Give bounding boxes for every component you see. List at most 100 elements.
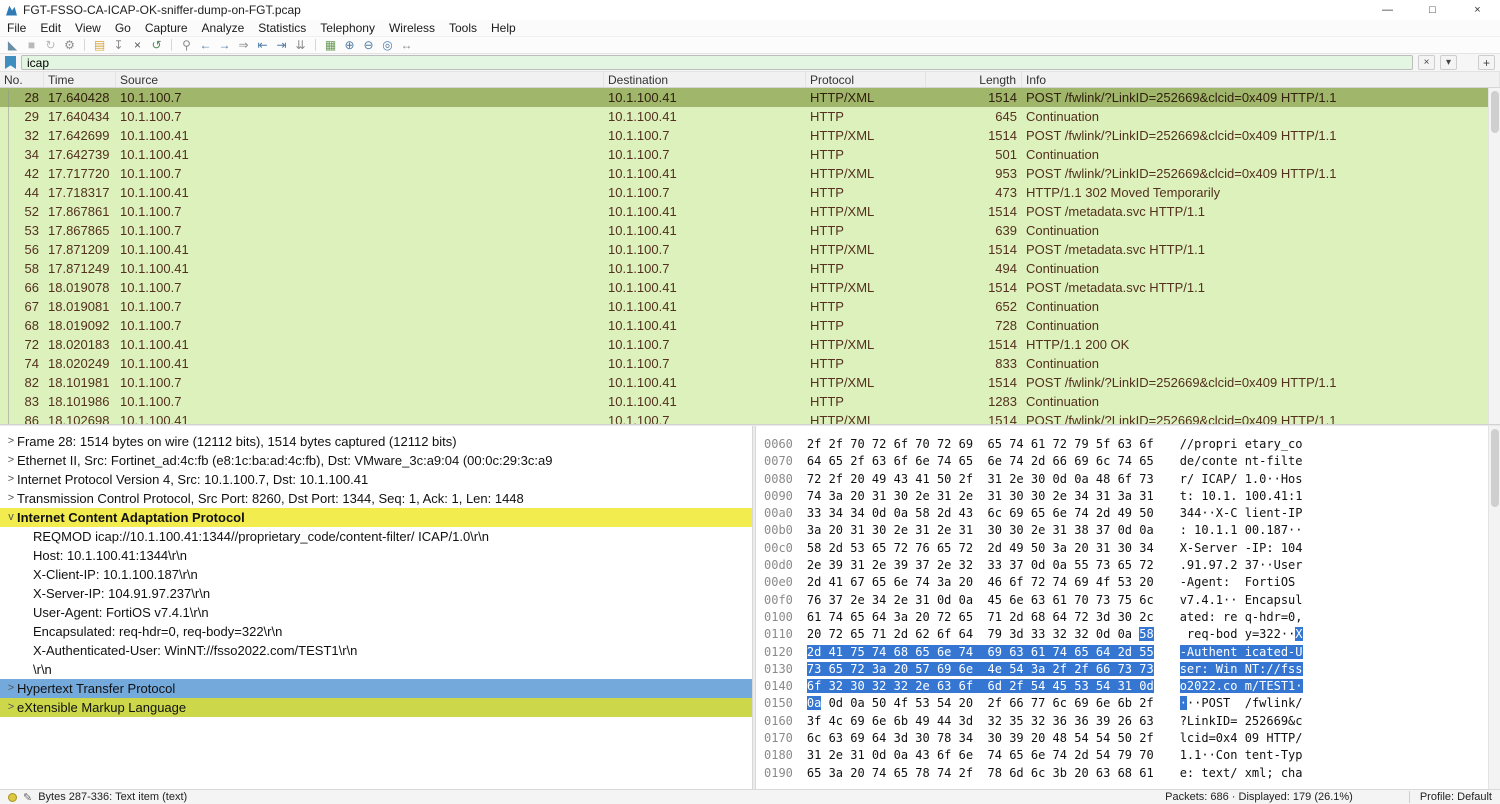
hex-row[interactable]: 01406f 32 30 32 32 2e 63 6f 6d 2f 54 45 … — [764, 678, 1488, 695]
expand-arrow-icon[interactable]: > — [5, 451, 17, 470]
packet-row[interactable]: 8218.10198110.1.100.710.1.100.41HTTP/XML… — [0, 373, 1500, 392]
expand-arrow-icon[interactable]: > — [5, 679, 17, 698]
hex-row[interactable]: 01202d 41 75 74 68 65 6e 74 69 63 61 74 … — [764, 644, 1488, 661]
hex-row[interactable]: 00e02d 41 67 65 6e 74 3a 20 46 6f 72 74 … — [764, 574, 1488, 591]
hex-row[interactable]: 013073 65 72 3a 20 57 69 6e 4e 54 3a 2f … — [764, 661, 1488, 678]
hex-row[interactable]: 00602f 2f 70 72 6f 70 72 69 65 74 61 72 … — [764, 436, 1488, 453]
menu-statistics[interactable]: Statistics — [251, 21, 313, 35]
packet-row[interactable]: 7418.02024910.1.100.4110.1.100.7HTTP833C… — [0, 354, 1500, 373]
detail-row[interactable]: >Hypertext Transfer Protocol — [0, 679, 752, 698]
minimize-button[interactable]: — — [1365, 0, 1410, 20]
restart-capture-icon[interactable]: ↻ — [42, 37, 59, 53]
detail-row[interactable]: >Frame 28: 1514 bytes on wire (12112 bit… — [0, 432, 752, 451]
menu-telephony[interactable]: Telephony — [313, 21, 382, 35]
menu-go[interactable]: Go — [108, 21, 138, 35]
expand-arrow-icon[interactable]: > — [5, 489, 17, 508]
detail-row[interactable]: >Ethernet II, Src: Fortinet_ad:4c:fb (e8… — [0, 451, 752, 470]
menu-edit[interactable]: Edit — [33, 21, 68, 35]
menu-capture[interactable]: Capture — [138, 21, 195, 35]
capture-options-icon[interactable]: ⚙ — [61, 37, 78, 53]
hex-row[interactable]: 00c058 2d 53 65 72 76 65 72 2d 49 50 3a … — [764, 540, 1488, 557]
packet-row[interactable]: 5317.86786510.1.100.710.1.100.41HTTP639C… — [0, 221, 1500, 240]
hex-row[interactable]: 01706c 63 69 64 3d 30 78 34 30 39 20 48 … — [764, 730, 1488, 747]
capture-comment-icon[interactable]: ✎ — [23, 791, 32, 804]
column-header-protocol[interactable]: Protocol — [806, 72, 926, 87]
hex-row[interactable]: 00f076 37 2e 34 2e 31 0d 0a 45 6e 63 61 … — [764, 592, 1488, 609]
menu-analyze[interactable]: Analyze — [195, 21, 252, 35]
colorize-icon[interactable]: ▦ — [322, 37, 339, 53]
go-back-icon[interactable]: ← — [197, 37, 214, 53]
find-packet-icon[interactable]: ⚲ — [178, 37, 195, 53]
packet-row[interactable]: 4217.71772010.1.100.710.1.100.41HTTP/XML… — [0, 164, 1500, 183]
hex-row[interactable]: 007064 65 2f 63 6f 6e 74 65 6e 74 2d 66 … — [764, 453, 1488, 470]
hex-row[interactable]: 011020 72 65 71 2d 62 6f 64 79 3d 33 32 … — [764, 626, 1488, 643]
packet-row[interactable]: 4417.71831710.1.100.4110.1.100.7HTTP473H… — [0, 183, 1500, 202]
column-header-source[interactable]: Source — [116, 72, 604, 87]
expert-info-icon[interactable] — [8, 793, 17, 802]
column-header-no[interactable]: No. — [0, 72, 44, 87]
column-header-destination[interactable]: Destination — [604, 72, 806, 87]
status-profile[interactable]: Profile: Default — [1409, 791, 1492, 803]
column-header-info[interactable]: Info — [1022, 72, 1500, 87]
menu-file[interactable]: File — [0, 21, 33, 35]
packet-row[interactable]: 2917.64043410.1.100.710.1.100.41HTTP645C… — [0, 107, 1500, 126]
hex-row[interactable]: 019065 3a 20 74 65 78 74 2f 78 6d 6c 3b … — [764, 765, 1488, 782]
packet-row[interactable]: 6718.01908110.1.100.710.1.100.41HTTP652C… — [0, 297, 1500, 316]
packet-row[interactable]: 8618.10269810.1.100.4110.1.100.7HTTP/XML… — [0, 411, 1500, 424]
menu-help[interactable]: Help — [484, 21, 523, 35]
filter-dropdown-icon[interactable]: ▾ — [1440, 55, 1457, 70]
auto-scroll-icon[interactable]: ⇊ — [292, 37, 309, 53]
packet-list-scrollbar[interactable] — [1488, 88, 1500, 424]
go-forward-icon[interactable]: → — [216, 37, 233, 53]
detail-row[interactable]: >Transmission Control Protocol, Src Port… — [0, 489, 752, 508]
detail-row[interactable]: User-Agent: FortiOS v7.4.1\r\n — [0, 603, 752, 622]
filter-clear-icon[interactable]: × — [1418, 55, 1435, 70]
detail-row[interactable]: X-Authenticated-User: WinNT://fsso2022.c… — [0, 641, 752, 660]
resize-columns-icon[interactable]: ↔ — [398, 37, 415, 53]
hex-row[interactable]: 01500a 0d 0a 50 4f 53 54 20 2f 66 77 6c … — [764, 695, 1488, 712]
menu-view[interactable]: View — [68, 21, 108, 35]
hex-row[interactable]: 00a033 34 34 0d 0a 58 2d 43 6c 69 65 6e … — [764, 505, 1488, 522]
lower-pane-scrollbar-thumb[interactable] — [1491, 429, 1499, 507]
start-capture-icon[interactable]: ◣ — [4, 37, 21, 53]
detail-row[interactable]: REQMOD icap://10.1.100.41:1344//propriet… — [0, 527, 752, 546]
detail-row[interactable]: X-Server-IP: 104.91.97.237\r\n — [0, 584, 752, 603]
go-to-packet-icon[interactable]: ⇒ — [235, 37, 252, 53]
hex-row[interactable]: 010061 74 65 64 3a 20 72 65 71 2d 68 64 … — [764, 609, 1488, 626]
filter-bookmark-icon[interactable] — [5, 56, 16, 69]
packet-list-scrollbar-thumb[interactable] — [1491, 91, 1499, 133]
hex-row[interactable]: 01603f 4c 69 6e 6b 49 44 3d 32 35 32 36 … — [764, 713, 1488, 730]
close-file-icon[interactable]: × — [129, 37, 146, 53]
detail-row[interactable]: >eXtensible Markup Language — [0, 698, 752, 717]
packet-row[interactable]: 8318.10198610.1.100.710.1.100.41HTTP1283… — [0, 392, 1500, 411]
packet-row[interactable]: 6818.01909210.1.100.710.1.100.41HTTP728C… — [0, 316, 1500, 335]
expand-arrow-icon[interactable]: > — [5, 432, 17, 451]
packet-row[interactable]: 6618.01907810.1.100.710.1.100.41HTTP/XML… — [0, 278, 1500, 297]
column-header-length[interactable]: Length — [926, 72, 1022, 87]
detail-row[interactable]: Host: 10.1.100.41:1344\r\n — [0, 546, 752, 565]
expand-arrow-icon[interactable]: > — [5, 470, 17, 489]
menu-tools[interactable]: Tools — [442, 21, 484, 35]
hex-row[interactable]: 008072 2f 20 49 43 41 50 2f 31 2e 30 0d … — [764, 471, 1488, 488]
packet-row[interactable]: 3217.64269910.1.100.4110.1.100.7HTTP/XML… — [0, 126, 1500, 145]
menu-wireless[interactable]: Wireless — [382, 21, 442, 35]
stop-capture-icon[interactable]: ■ — [23, 37, 40, 53]
go-first-icon[interactable]: ⇤ — [254, 37, 271, 53]
hex-row[interactable]: 018031 2e 31 0d 0a 43 6f 6e 74 65 6e 74 … — [764, 747, 1488, 764]
packet-row[interactable]: 7218.02018310.1.100.4110.1.100.7HTTP/XML… — [0, 335, 1500, 354]
reload-file-icon[interactable]: ↺ — [148, 37, 165, 53]
packet-row[interactable]: 3417.64273910.1.100.4110.1.100.7HTTP501C… — [0, 145, 1500, 164]
maximize-button[interactable]: □ — [1410, 0, 1455, 20]
go-last-icon[interactable]: ⇥ — [273, 37, 290, 53]
close-button[interactable]: × — [1455, 0, 1500, 20]
expand-arrow-icon[interactable]: > — [5, 698, 17, 717]
open-file-icon[interactable]: ▤ — [91, 37, 108, 53]
detail-row[interactable]: >Internet Protocol Version 4, Src: 10.1.… — [0, 470, 752, 489]
detail-row[interactable]: X-Client-IP: 10.1.100.187\r\n — [0, 565, 752, 584]
hex-row[interactable]: 00b03a 20 31 30 2e 31 2e 31 30 30 2e 31 … — [764, 522, 1488, 539]
hex-row[interactable]: 009074 3a 20 31 30 2e 31 2e 31 30 30 2e … — [764, 488, 1488, 505]
zoom-out-icon[interactable]: ⊖ — [360, 37, 377, 53]
filter-add-button[interactable]: + — [1478, 55, 1495, 70]
column-header-time[interactable]: Time — [44, 72, 116, 87]
detail-row[interactable]: vInternet Content Adaptation Protocol — [0, 508, 752, 527]
